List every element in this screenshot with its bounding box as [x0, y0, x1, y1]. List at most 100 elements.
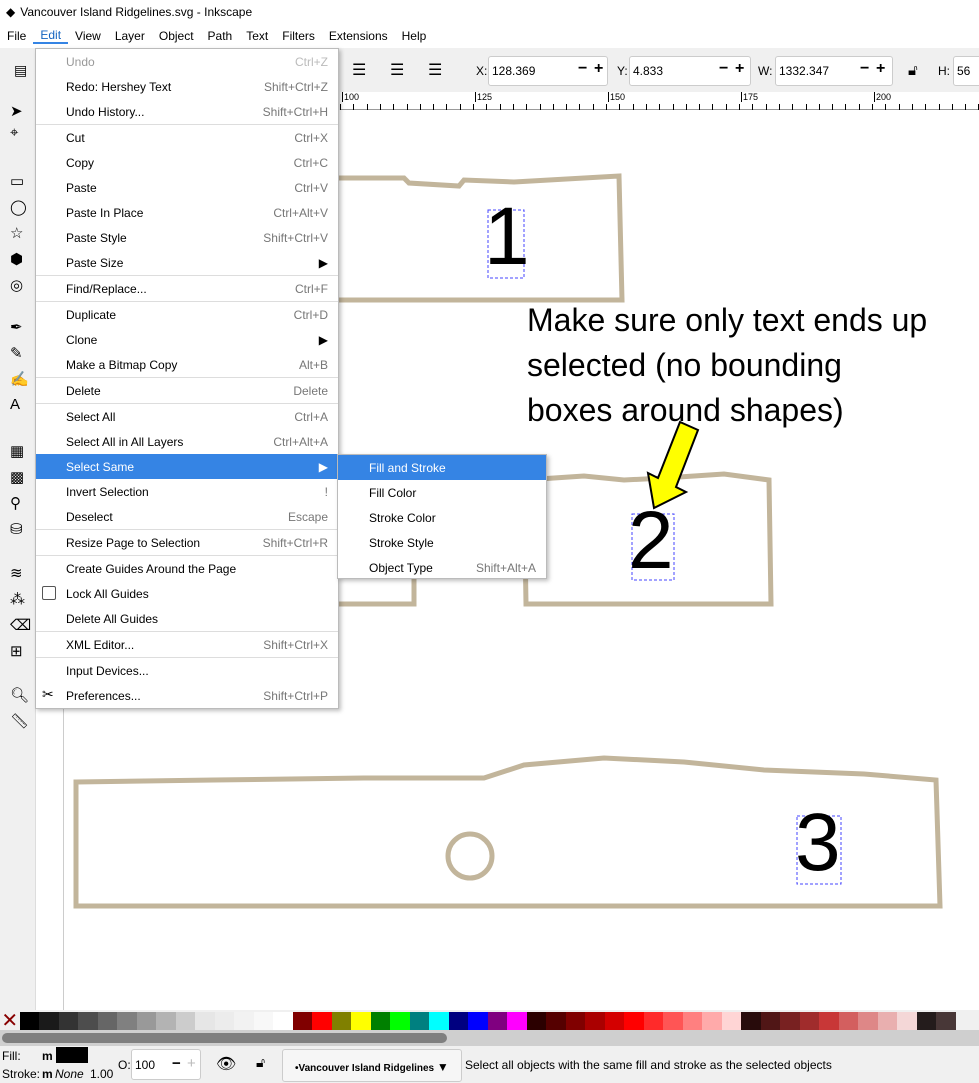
color-swatch[interactable]: [370, 1012, 390, 1030]
color-swatch[interactable]: [39, 1012, 59, 1030]
x-input[interactable]: 128.369: [488, 56, 608, 86]
calligraphy-tool-icon[interactable]: ✍: [10, 370, 29, 388]
color-swatch[interactable]: [429, 1012, 449, 1030]
color-swatch[interactable]: [136, 1012, 156, 1030]
text-label-1[interactable]: 1: [484, 192, 530, 282]
mesh-tool-icon[interactable]: ▩: [10, 468, 24, 486]
menu-layer[interactable]: Layer: [108, 29, 152, 43]
menu-item-input-devices[interactable]: Input Devices...: [36, 658, 338, 683]
menu-item-paste-in-place[interactable]: Paste In Place Ctrl+Alt+V: [36, 200, 338, 225]
connector-tool-icon[interactable]: ⊞: [10, 642, 23, 660]
ellipse-tool-icon[interactable]: ◯: [10, 198, 27, 216]
measure-tool-icon[interactable]: 📏︎: [10, 712, 29, 730]
star-tool-icon[interactable]: ☆: [10, 224, 23, 242]
color-swatch[interactable]: [819, 1012, 839, 1030]
submenu-item-stroke-style[interactable]: Stroke Style: [338, 530, 546, 555]
visibility-eye-icon[interactable]: 👁︎: [216, 1054, 236, 1074]
menu-item-paste-style[interactable]: Paste Style Shift+Ctrl+V: [36, 225, 338, 250]
menu-edit[interactable]: Edit: [33, 28, 69, 44]
color-swatch[interactable]: [234, 1012, 254, 1030]
color-swatch[interactable]: [156, 1012, 176, 1030]
opacity-input[interactable]: 100− +: [131, 1049, 201, 1080]
color-swatch[interactable]: [253, 1012, 273, 1030]
y-input[interactable]: 4.833: [629, 56, 751, 86]
color-swatch[interactable]: [663, 1012, 683, 1030]
color-swatch[interactable]: [409, 1012, 429, 1030]
menu-item-lock-all-guides[interactable]: Lock All Guides: [36, 581, 338, 606]
submenu-item-object-type[interactable]: Object Type Shift+Alt+A: [338, 555, 546, 580]
menu-item-invert-selection[interactable]: Invert Selection!: [36, 479, 338, 504]
color-swatch[interactable]: [546, 1012, 566, 1030]
menu-item-undo[interactable]: Undo Ctrl+Z: [36, 49, 338, 74]
color-swatch[interactable]: [858, 1012, 878, 1030]
stroke-width[interactable]: 1.00: [90, 1067, 113, 1081]
color-swatch[interactable]: [195, 1012, 215, 1030]
menu-file[interactable]: File: [0, 29, 33, 43]
rectangle-tool-icon[interactable]: ▭: [10, 172, 24, 190]
menu-item-paste-size[interactable]: Paste Size ▶: [36, 250, 338, 275]
color-swatch[interactable]: [799, 1012, 819, 1030]
menu-item-select-all[interactable]: Select All Ctrl+A: [36, 404, 338, 429]
color-swatch[interactable]: [565, 1012, 585, 1030]
tweak-tool-icon[interactable]: ≋: [10, 564, 23, 582]
color-swatch[interactable]: [526, 1012, 546, 1030]
color-swatch[interactable]: [760, 1012, 780, 1030]
color-swatch[interactable]: [117, 1012, 137, 1030]
menu-item-create-guides-around-the-page[interactable]: Create Guides Around the Page: [36, 556, 338, 581]
color-swatch[interactable]: [468, 1012, 488, 1030]
color-swatch[interactable]: [292, 1012, 312, 1030]
color-swatch[interactable]: [312, 1012, 332, 1030]
menu-item-delete-all-guides[interactable]: Delete All Guides: [36, 606, 338, 631]
menu-item-select-same[interactable]: Select Same ▶: [36, 454, 338, 479]
menu-item-deselect[interactable]: Deselect Escape: [36, 504, 338, 529]
menu-item-resize-page-to-selection[interactable]: Resize Page to Selection Shift+Ctrl+R: [36, 530, 338, 555]
color-swatch[interactable]: [331, 1012, 351, 1030]
color-swatch[interactable]: [877, 1012, 897, 1030]
color-swatch[interactable]: [643, 1012, 663, 1030]
menu-extensions[interactable]: Extensions: [322, 29, 395, 43]
horizontal-scrollbar[interactable]: [0, 1030, 979, 1046]
submenu-item-stroke-color[interactable]: Stroke Color: [338, 505, 546, 530]
color-swatch[interactable]: [702, 1012, 722, 1030]
color-swatch[interactable]: [838, 1012, 858, 1030]
color-swatch[interactable]: [351, 1012, 371, 1030]
menu-path[interactable]: Path: [201, 29, 240, 43]
color-swatch[interactable]: [624, 1012, 644, 1030]
color-swatch[interactable]: [682, 1012, 702, 1030]
color-swatch[interactable]: [214, 1012, 234, 1030]
menu-item-delete[interactable]: Delete Delete: [36, 378, 338, 403]
gradient-tool-icon[interactable]: ▦: [10, 442, 24, 460]
text-label-2[interactable]: 2: [628, 496, 674, 586]
menu-text[interactable]: Text: [239, 29, 275, 43]
color-swatch[interactable]: [78, 1012, 98, 1030]
menu-object[interactable]: Object: [152, 29, 201, 43]
menu-item-find-replace[interactable]: Find/Replace... Ctrl+F: [36, 276, 338, 301]
x-increment[interactable]: +: [594, 60, 603, 78]
menu-item-clone[interactable]: Clone ▶: [36, 327, 338, 352]
text-tool-icon[interactable]: A: [10, 396, 20, 413]
color-swatch[interactable]: [507, 1012, 527, 1030]
x-decrement[interactable]: −: [578, 60, 587, 78]
color-swatch[interactable]: [19, 1012, 39, 1030]
stroke-value[interactable]: None: [55, 1067, 84, 1081]
align-icon[interactable]: ☰: [390, 60, 404, 80]
color-swatch[interactable]: [487, 1012, 507, 1030]
document-icon[interactable]: ▤: [14, 62, 27, 79]
text-label-3[interactable]: 3: [795, 798, 841, 888]
menu-view[interactable]: View: [68, 29, 108, 43]
color-swatch[interactable]: [448, 1012, 468, 1030]
menu-item-redo-hershey-text[interactable]: Redo: Hershey Text Shift+Ctrl+Z: [36, 74, 338, 99]
w-increment[interactable]: +: [876, 60, 885, 78]
color-swatch[interactable]: [97, 1012, 117, 1030]
align-icon[interactable]: ☰: [352, 60, 366, 80]
pen-tool-icon[interactable]: ✒: [10, 318, 23, 336]
menu-item-copy[interactable]: Copy Ctrl+C: [36, 150, 338, 175]
w-decrement[interactable]: −: [860, 60, 869, 78]
menu-item-cut[interactable]: Cut Ctrl+X: [36, 125, 338, 150]
align-icon[interactable]: ☰: [428, 60, 442, 80]
menu-item-paste[interactable]: Paste Ctrl+V: [36, 175, 338, 200]
3d-box-tool-icon[interactable]: ⬢: [10, 250, 23, 268]
paint-bucket-icon[interactable]: ⛁: [10, 520, 23, 538]
y-decrement[interactable]: −: [719, 60, 728, 78]
color-swatch[interactable]: [390, 1012, 410, 1030]
